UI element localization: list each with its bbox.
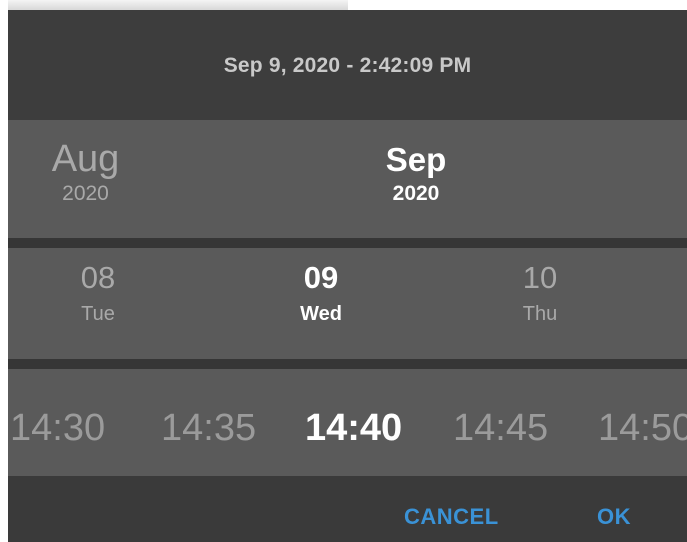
- time-item[interactable]: 14:50: [598, 406, 687, 450]
- cancel-button[interactable]: CANCEL: [404, 504, 499, 530]
- top-edge-shadow: [8, 0, 348, 10]
- wheel-divider: [8, 359, 687, 369]
- date-time-picker-dialog: Sep 9, 2020 - 2:42:09 PM Aug 2020 Sep 20…: [8, 10, 687, 542]
- time-item[interactable]: 14:30: [10, 406, 105, 450]
- day-item-selected[interactable]: 09 Wed: [276, 260, 366, 326]
- day-item-prev[interactable]: 08 Tue: [53, 260, 143, 326]
- time-item-selected[interactable]: 14:40: [305, 406, 402, 450]
- time-item[interactable]: 14:35: [161, 406, 256, 450]
- time-item[interactable]: 14:45: [453, 406, 548, 450]
- day-number: 10: [522, 260, 558, 295]
- wheel-divider: [8, 238, 687, 248]
- year-label: 2020: [392, 182, 440, 205]
- day-number: 09: [303, 260, 339, 295]
- month-wheel[interactable]: Aug 2020 Sep 2020: [8, 120, 687, 238]
- month-label: Sep: [385, 141, 447, 178]
- time-wheel[interactable]: 14:30 14:35 14:40 14:45 14:50: [8, 369, 687, 476]
- ok-button[interactable]: OK: [597, 504, 631, 530]
- day-number: 08: [80, 260, 116, 295]
- day-item-next[interactable]: 10 Thu: [495, 260, 585, 326]
- top-edge: [0, 0, 687, 10]
- weekday-label: Thu: [522, 303, 558, 325]
- dialog-footer: CANCEL OK: [8, 476, 687, 542]
- dialog-header: Sep 9, 2020 - 2:42:09 PM: [8, 10, 687, 120]
- day-wheel[interactable]: 08 Tue 09 Wed 10 Thu: [8, 248, 687, 359]
- month-label: Aug: [51, 138, 120, 180]
- year-label: 2020: [62, 182, 109, 205]
- weekday-label: Wed: [300, 303, 342, 325]
- weekday-label: Tue: [81, 303, 115, 325]
- month-item-prev[interactable]: Aug 2020: [33, 138, 138, 206]
- month-item-selected[interactable]: Sep 2020: [356, 140, 476, 206]
- selected-datetime-title: Sep 9, 2020 - 2:42:09 PM: [223, 54, 472, 77]
